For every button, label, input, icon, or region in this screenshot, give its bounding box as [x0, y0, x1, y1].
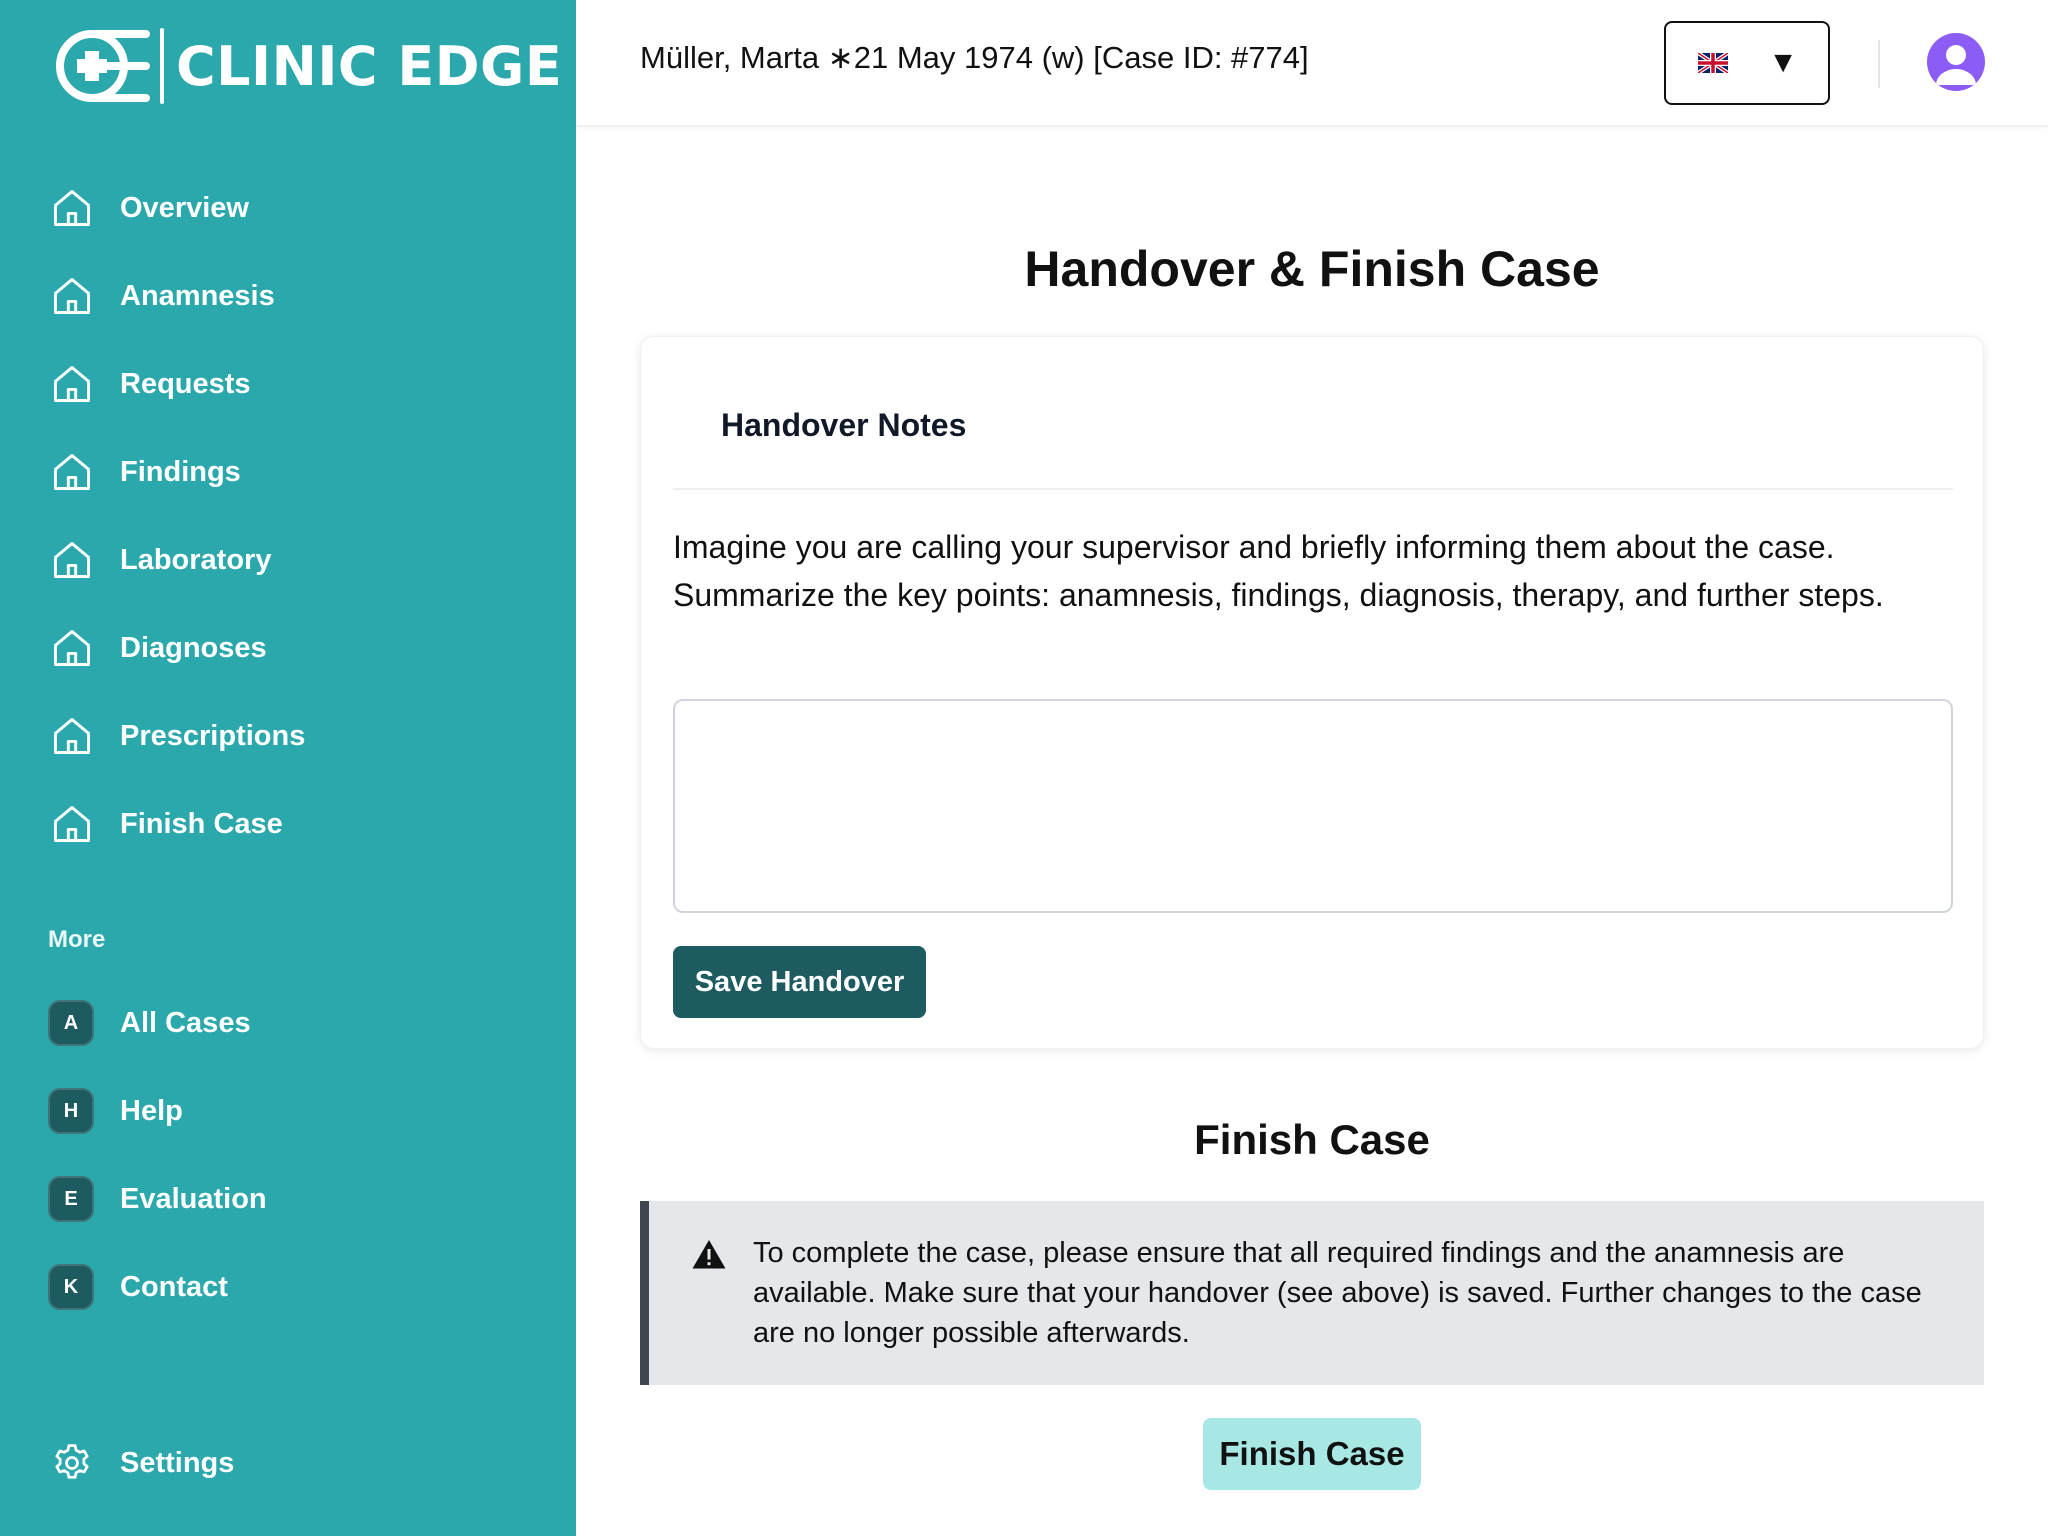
app-name: CLINIC EDGE [176, 34, 563, 98]
app-logo[interactable]: CLINIC EDGE [54, 24, 562, 108]
handover-description: Imagine you are calling your supervisor … [673, 529, 1884, 613]
letter-badge: K [48, 1264, 94, 1310]
sidebar-item-label: Evaluation [120, 1182, 267, 1215]
sidebar-item-label: Laboratory [120, 543, 272, 576]
sidebar-item-label: Prescriptions [120, 719, 306, 752]
letter-badge: H [48, 1088, 94, 1134]
sidebar-item-findings[interactable]: Findings [48, 442, 548, 502]
sidebar-item-help[interactable]: H Help [48, 1081, 548, 1141]
sidebar-item-evaluation[interactable]: E Evaluation [48, 1169, 548, 1229]
sidebar-item-diagnoses[interactable]: Diagnoses [48, 618, 548, 678]
sidebar-item-requests[interactable]: Requests [48, 354, 548, 414]
warning-icon [692, 1240, 726, 1269]
home-icon [48, 536, 96, 584]
alert-message: To complete the case, please ensure that… [753, 1237, 1922, 1349]
sidebar-item-settings[interactable]: Settings [48, 1433, 548, 1493]
sidebar-item-label: Requests [120, 367, 251, 400]
home-icon [48, 360, 96, 408]
clinic-edge-logo-icon [56, 30, 150, 102]
home-icon [48, 800, 96, 848]
sidebar-item-label: Anamnesis [120, 279, 275, 312]
handover-notes-input[interactable] [673, 699, 1953, 913]
uk-flag-icon [1698, 53, 1728, 73]
home-icon [48, 272, 96, 320]
patient-info: Müller, Marta ∗21 May 1974 (w) [Case ID:… [640, 40, 1309, 75]
sidebar-item-label: All Cases [120, 1006, 251, 1039]
language-select[interactable]: ▼ [1664, 21, 1830, 105]
sidebar-item-all-cases[interactable]: A All Cases [48, 993, 548, 1053]
divider [673, 488, 1953, 490]
header-divider [1878, 40, 1880, 88]
chevron-down-icon: ▼ [1768, 46, 1798, 79]
sidebar-item-label: Settings [120, 1446, 235, 1479]
finish-case-alert: To complete the case, please ensure that… [640, 1201, 1984, 1385]
sidebar-item-label: Finish Case [120, 807, 283, 840]
sidebar-item-label: Help [120, 1094, 183, 1127]
sidebar-item-label: Diagnoses [120, 631, 267, 664]
user-avatar-icon[interactable] [1927, 33, 1985, 91]
home-icon [48, 624, 96, 672]
sidebar-item-label: Overview [120, 191, 249, 224]
more-section-label: More [48, 926, 106, 953]
logo-divider [160, 28, 164, 104]
sidebar-item-finish-case[interactable]: Finish Case [48, 794, 548, 854]
page-title: Handover & Finish Case [1024, 241, 1600, 297]
letter-badge: A [48, 1000, 94, 1046]
sidebar: CLINIC EDGE Overview Anamnesis Requests … [0, 0, 576, 1536]
letter-badge: E [48, 1176, 94, 1222]
sidebar-item-laboratory[interactable]: Laboratory [48, 530, 548, 590]
handover-card: Handover Notes Imagine you are calling y… [640, 336, 1984, 1049]
home-icon [48, 712, 96, 760]
gear-icon [48, 1439, 96, 1487]
sidebar-item-label: Contact [120, 1270, 228, 1303]
save-handover-button[interactable]: Save Handover [673, 946, 926, 1018]
finish-case-button[interactable]: Finish Case [1203, 1418, 1421, 1490]
sidebar-item-prescriptions[interactable]: Prescriptions [48, 706, 548, 766]
sidebar-item-label: Findings [120, 455, 241, 488]
handover-title: Handover Notes [721, 407, 967, 443]
sidebar-item-overview[interactable]: Overview [48, 178, 548, 238]
sidebar-item-contact[interactable]: K Contact [48, 1257, 548, 1317]
finish-case-title: Finish Case [1194, 1116, 1430, 1163]
top-header: Müller, Marta ∗21 May 1974 (w) [Case ID:… [576, 0, 2048, 127]
sidebar-item-anamnesis[interactable]: Anamnesis [48, 266, 548, 326]
home-icon [48, 184, 96, 232]
home-icon [48, 448, 96, 496]
